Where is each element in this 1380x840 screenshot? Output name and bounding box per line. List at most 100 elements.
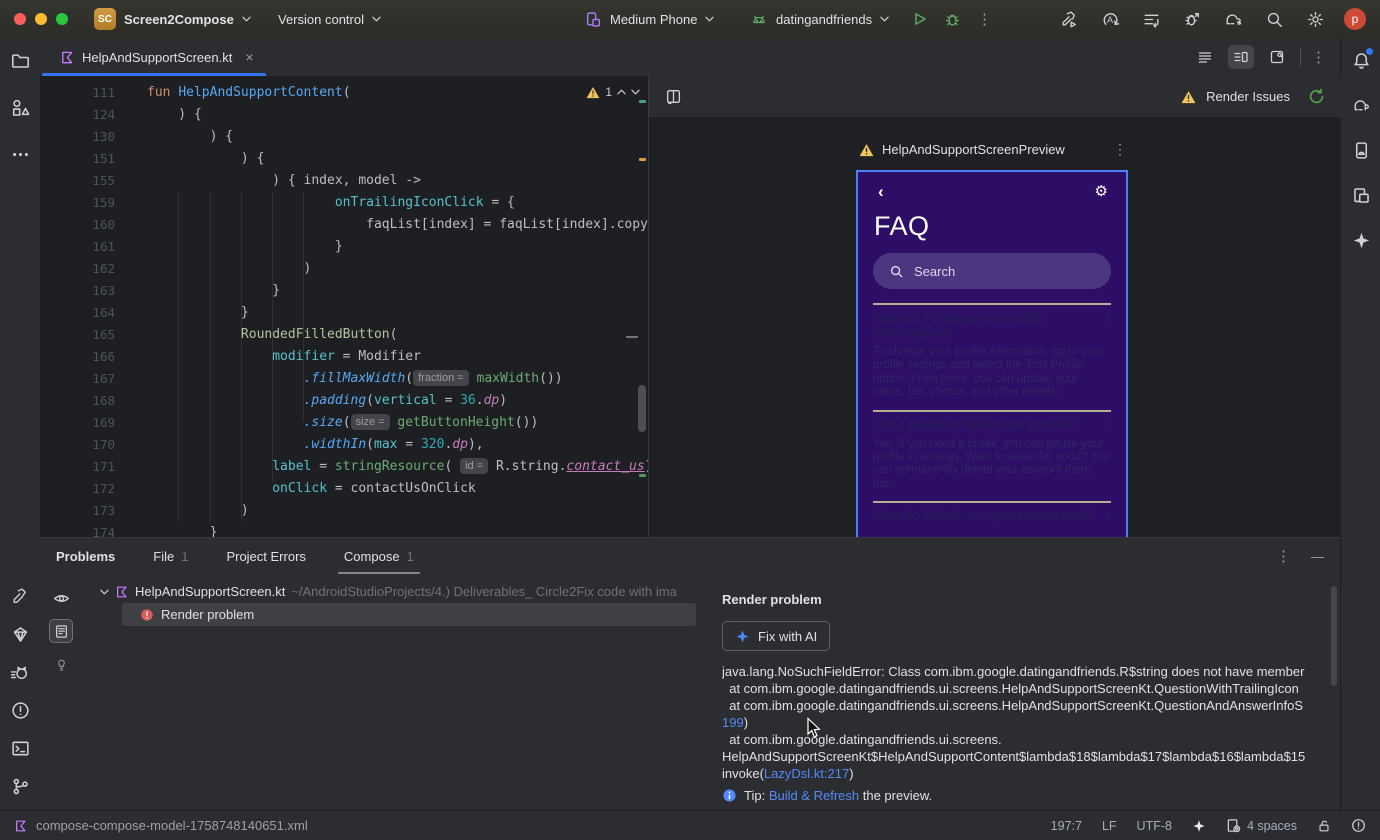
line-number[interactable]: 163	[40, 280, 115, 302]
code-line[interactable]: 151 ) {	[40, 148, 648, 170]
stripe-mark[interactable]	[639, 158, 646, 161]
device-selector[interactable]: Medium Phone	[585, 0, 715, 38]
search-icon[interactable]	[1262, 7, 1286, 31]
build-icon[interactable]	[1057, 7, 1081, 31]
avatar[interactable]: p	[1344, 8, 1366, 30]
tab-file[interactable]: File 1	[153, 538, 188, 574]
hide-panel-icon[interactable]: —	[1311, 549, 1324, 564]
caret-position[interactable]: 197:7	[1051, 819, 1082, 833]
line-separator[interactable]: LF	[1102, 819, 1117, 833]
running-devices-icon[interactable]	[1347, 181, 1375, 209]
render-problem-row[interactable]: Render problem	[122, 603, 696, 626]
stripe-mark[interactable]	[639, 474, 646, 477]
code-line[interactable]: 166 modifier = Modifier	[40, 346, 648, 368]
run-button[interactable]	[912, 11, 928, 27]
tab-compose[interactable]: Compose 1	[337, 538, 420, 574]
line-number[interactable]: 151	[40, 148, 115, 170]
run-configuration[interactable]: datingandfriends	[750, 0, 889, 38]
line-number[interactable]: 155	[40, 170, 115, 192]
run-anything-icon[interactable]: A	[1098, 7, 1122, 31]
code-line[interactable]: 171 label = stringResource( id = R.strin…	[40, 456, 648, 478]
line-number[interactable]: 172	[40, 478, 115, 500]
refresh-preview-icon[interactable]	[1308, 88, 1325, 105]
line-number[interactable]: 130	[40, 126, 115, 148]
code-line[interactable]: 172 onClick = contactUsOnClick	[40, 478, 648, 500]
lock-icon[interactable]	[1317, 819, 1331, 833]
gradle-toolwindow-icon[interactable]	[1347, 91, 1375, 119]
code-line[interactable]: 174 }	[40, 522, 648, 537]
code-line[interactable]: 124 ) {	[40, 104, 648, 126]
build-toolwindow-icon[interactable]	[6, 582, 34, 610]
code-line[interactable]: 130 ) {	[40, 126, 648, 148]
terminal-toolwindow-icon[interactable]	[6, 734, 34, 762]
render-issues-label[interactable]: Render Issues	[1206, 89, 1290, 104]
problems-file-row[interactable]: HelpAndSupportScreen.kt ~/AndroidStudioP…	[82, 580, 714, 603]
code-line[interactable]: 159 onTrailingIconClick = {	[40, 192, 648, 214]
power-save-icon[interactable]	[1351, 818, 1366, 833]
problems-toolwindow-icon[interactable]	[6, 696, 34, 724]
line-number[interactable]: 167	[40, 368, 115, 390]
indentation-widget[interactable]: 4 spaces	[1226, 818, 1297, 833]
line-number[interactable]: 160	[40, 214, 115, 236]
line-number[interactable]: 162	[40, 258, 115, 280]
code-line[interactable]: 163 }	[40, 280, 648, 302]
preview-problems-icon[interactable]	[49, 586, 73, 610]
line-number[interactable]: 165	[40, 324, 115, 346]
panel-options-icon[interactable]: ⋮	[1276, 547, 1291, 565]
line-number[interactable]: 166	[40, 346, 115, 368]
status-file-name[interactable]: compose-compose-model-1758748140651.xml	[36, 818, 308, 833]
task-list-icon[interactable]	[1139, 7, 1163, 31]
gemini-icon[interactable]	[1347, 226, 1375, 254]
code-line[interactable]: 161 }	[40, 236, 648, 258]
preview-label[interactable]: HelpAndSupportScreenPreview ⋮	[859, 141, 1127, 158]
code-line[interactable]: 111 fun HelpAndSupportContent(	[40, 82, 648, 104]
line-number[interactable]: 124	[40, 104, 115, 126]
line-number[interactable]: 168	[40, 390, 115, 412]
ai-status-icon[interactable]	[1192, 819, 1206, 833]
close-window-button[interactable]	[14, 13, 26, 25]
line-number[interactable]: 161	[40, 236, 115, 258]
more-tool-windows-icon[interactable]	[6, 140, 34, 168]
code-line[interactable]: 170 .widthIn(max = 320.dp),	[40, 434, 648, 456]
resource-manager-icon[interactable]	[6, 93, 34, 121]
attach-debugger-icon[interactable]	[1180, 7, 1204, 31]
line-number[interactable]: 174	[40, 522, 115, 537]
code-line[interactable]: 155 ) { index, model ->	[40, 170, 648, 192]
preview-menu-icon[interactable]: ⋮	[1113, 141, 1127, 158]
line-number[interactable]: 170	[40, 434, 115, 456]
close-tab-icon[interactable]: ×	[245, 49, 253, 65]
settings-icon[interactable]	[1303, 7, 1327, 31]
prev-problem-icon[interactable]	[617, 89, 626, 95]
project-widget[interactable]: SC Screen2Compose	[94, 0, 251, 38]
design-view-button[interactable]	[1264, 45, 1290, 69]
line-number[interactable]: 171	[40, 456, 115, 478]
stack-trace-link[interactable]: LazyDsl.kt:217	[764, 766, 849, 781]
next-problem-icon[interactable]	[631, 89, 640, 95]
fix-with-ai-button[interactable]: Fix with AI	[722, 621, 831, 651]
more-run-actions-icon[interactable]: ⋮	[977, 10, 992, 28]
split-view-button[interactable]	[1228, 45, 1254, 69]
code-line[interactable]: 164 }	[40, 302, 648, 324]
code-editor[interactable]: 111 fun HelpAndSupportContent(124 ) {130 …	[40, 76, 648, 537]
code-line[interactable]: 173 )	[40, 500, 648, 522]
minimize-window-button[interactable]	[35, 13, 47, 25]
file-encoding[interactable]: UTF-8	[1137, 819, 1172, 833]
line-number[interactable]: 169	[40, 412, 115, 434]
detail-scrollbar[interactable]	[1331, 586, 1337, 686]
code-view-button[interactable]	[1192, 45, 1218, 69]
project-toolwindow-icon[interactable]	[6, 46, 34, 74]
code-line[interactable]: 165 RoundedFilledButton(	[40, 324, 648, 346]
tab-project-errors[interactable]: Project Errors	[226, 538, 305, 574]
line-number[interactable]: 173	[40, 500, 115, 522]
logcat-icon[interactable]	[6, 658, 34, 686]
preview-layout-icon[interactable]	[665, 88, 682, 105]
device-manager-icon[interactable]	[1347, 136, 1375, 164]
editor-tab[interactable]: HelpAndSupportScreen.kt ×	[40, 38, 268, 76]
line-number[interactable]: 159	[40, 192, 115, 214]
line-number[interactable]: 164	[40, 302, 115, 324]
inspection-widget[interactable]: 1	[586, 85, 640, 99]
build-refresh-link[interactable]: Build & Refresh	[769, 788, 859, 803]
gradle-sync-icon[interactable]	[1221, 7, 1245, 31]
vcs-widget[interactable]: Version control	[278, 0, 381, 38]
quickfix-bulb-icon[interactable]	[49, 652, 73, 676]
